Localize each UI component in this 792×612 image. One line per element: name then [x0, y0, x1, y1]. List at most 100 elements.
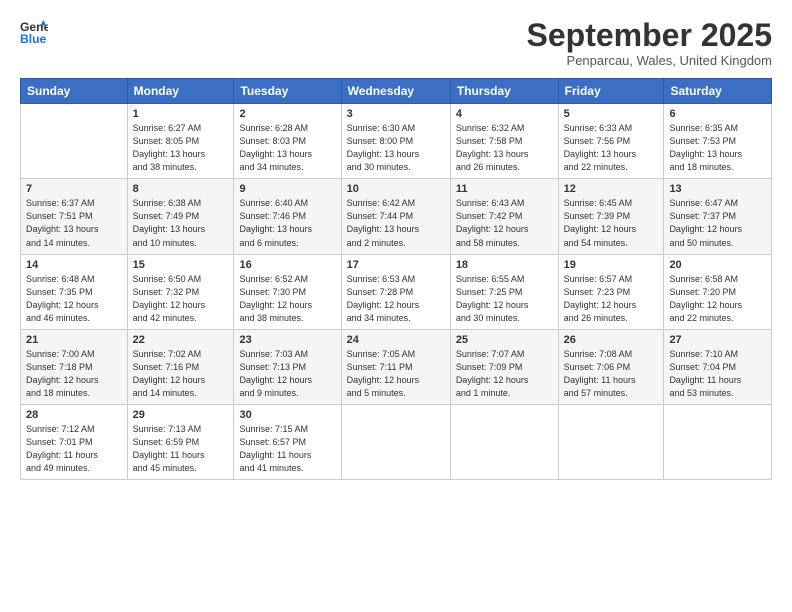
day-number: 24: [347, 334, 445, 346]
cell-content: Sunrise: 6:43 AM Sunset: 7:42 PM Dayligh…: [456, 197, 553, 249]
calendar-week-row: 28 Sunrise: 7:12 AM Sunset: 7:01 PM Dayli…: [21, 404, 772, 479]
table-cell: 1Sunrise: 6:27 AM Sunset: 8:05 PM Daylig…: [127, 104, 234, 179]
cell-content: Sunrise: 6:58 AM Sunset: 7:20 PM Dayligh…: [669, 273, 766, 325]
cell-content: Sunrise: 6:55 AM Sunset: 7:25 PM Dayligh…: [456, 273, 553, 325]
col-friday: Friday: [558, 79, 664, 104]
day-number: 6: [669, 108, 766, 120]
day-number: 9: [239, 183, 335, 195]
cell-content: Sunrise: 6:53 AM Sunset: 7:28 PM Dayligh…: [347, 273, 445, 325]
table-cell: 20 Sunrise: 6:58 AM Sunset: 7:20 PM Dayli…: [664, 254, 772, 329]
col-thursday: Thursday: [450, 79, 558, 104]
day-number: 19: [564, 259, 659, 271]
day-number: 3: [347, 108, 445, 120]
cell-content: Sunrise: 6:32 AM Sunset: 7:58 PM Dayligh…: [456, 122, 553, 174]
table-cell: [664, 404, 772, 479]
table-cell: 22Sunrise: 7:02 AM Sunset: 7:16 PM Dayli…: [127, 329, 234, 404]
col-saturday: Saturday: [664, 79, 772, 104]
day-number: 7: [26, 183, 122, 195]
cell-content: Sunrise: 6:42 AM Sunset: 7:44 PM Dayligh…: [347, 197, 445, 249]
day-number: 8: [133, 183, 229, 195]
table-cell: 21 Sunrise: 7:00 AM Sunset: 7:18 PM Dayli…: [21, 329, 128, 404]
day-number: 28: [26, 409, 122, 421]
calendar-week-row: 1Sunrise: 6:27 AM Sunset: 8:05 PM Daylig…: [21, 104, 772, 179]
col-tuesday: Tuesday: [234, 79, 341, 104]
table-cell: 25 Sunrise: 7:07 AM Sunset: 7:09 PM Dayli…: [450, 329, 558, 404]
day-number: 22: [133, 334, 229, 346]
cell-content: Sunrise: 6:48 AM Sunset: 7:35 PM Dayligh…: [26, 273, 122, 325]
table-cell: 6 Sunrise: 6:35 AM Sunset: 7:53 PM Daylig…: [664, 104, 772, 179]
day-number: 1: [133, 108, 229, 120]
table-cell: 12 Sunrise: 6:45 AM Sunset: 7:39 PM Dayli…: [558, 179, 664, 254]
table-cell: [341, 404, 450, 479]
table-cell: 17 Sunrise: 6:53 AM Sunset: 7:28 PM Dayli…: [341, 254, 450, 329]
day-number: 5: [564, 108, 659, 120]
col-monday: Monday: [127, 79, 234, 104]
table-cell: 10 Sunrise: 6:42 AM Sunset: 7:44 PM Dayli…: [341, 179, 450, 254]
table-cell: [21, 104, 128, 179]
cell-content: Sunrise: 6:37 AM Sunset: 7:51 PM Dayligh…: [26, 197, 122, 249]
calendar-week-row: 14 Sunrise: 6:48 AM Sunset: 7:35 PM Dayli…: [21, 254, 772, 329]
day-number: 26: [564, 334, 659, 346]
day-number: 17: [347, 259, 445, 271]
table-cell: 3Sunrise: 6:30 AM Sunset: 8:00 PM Daylig…: [341, 104, 450, 179]
table-cell: 28 Sunrise: 7:12 AM Sunset: 7:01 PM Dayli…: [21, 404, 128, 479]
header: General Blue September 2025 Penparcau, W…: [20, 18, 772, 68]
day-number: 4: [456, 108, 553, 120]
table-cell: 19Sunrise: 6:57 AM Sunset: 7:23 PM Dayli…: [558, 254, 664, 329]
day-number: 23: [239, 334, 335, 346]
day-number: 2: [239, 108, 335, 120]
location: Penparcau, Wales, United Kingdom: [527, 53, 772, 68]
table-cell: 7 Sunrise: 6:37 AM Sunset: 7:51 PM Daylig…: [21, 179, 128, 254]
month-title: September 2025: [527, 18, 772, 53]
cell-content: Sunrise: 7:13 AM Sunset: 6:59 PM Dayligh…: [133, 423, 229, 475]
table-cell: 24 Sunrise: 7:05 AM Sunset: 7:11 PM Dayli…: [341, 329, 450, 404]
table-cell: 18 Sunrise: 6:55 AM Sunset: 7:25 PM Dayli…: [450, 254, 558, 329]
table-cell: [450, 404, 558, 479]
day-number: 30: [239, 409, 335, 421]
calendar-table: Sunday Monday Tuesday Wednesday Thursday…: [20, 78, 772, 480]
col-wednesday: Wednesday: [341, 79, 450, 104]
calendar-week-row: 21 Sunrise: 7:00 AM Sunset: 7:18 PM Dayli…: [21, 329, 772, 404]
cell-content: Sunrise: 7:12 AM Sunset: 7:01 PM Dayligh…: [26, 423, 122, 475]
table-cell: 9 Sunrise: 6:40 AM Sunset: 7:46 PM Daylig…: [234, 179, 341, 254]
day-number: 21: [26, 334, 122, 346]
cell-content: Sunrise: 6:33 AM Sunset: 7:56 PM Dayligh…: [564, 122, 659, 174]
day-number: 12: [564, 183, 659, 195]
cell-content: Sunrise: 6:47 AM Sunset: 7:37 PM Dayligh…: [669, 197, 766, 249]
title-block: September 2025 Penparcau, Wales, United …: [527, 18, 772, 68]
table-cell: 13Sunrise: 6:47 AM Sunset: 7:37 PM Dayli…: [664, 179, 772, 254]
table-cell: 5 Sunrise: 6:33 AM Sunset: 7:56 PM Daylig…: [558, 104, 664, 179]
calendar-header-row: Sunday Monday Tuesday Wednesday Thursday…: [21, 79, 772, 104]
page: General Blue September 2025 Penparcau, W…: [0, 0, 792, 612]
cell-content: Sunrise: 6:35 AM Sunset: 7:53 PM Dayligh…: [669, 122, 766, 174]
cell-content: Sunrise: 7:05 AM Sunset: 7:11 PM Dayligh…: [347, 348, 445, 400]
day-number: 18: [456, 259, 553, 271]
day-number: 29: [133, 409, 229, 421]
table-cell: 30Sunrise: 7:15 AM Sunset: 6:57 PM Dayli…: [234, 404, 341, 479]
cell-content: Sunrise: 6:45 AM Sunset: 7:39 PM Dayligh…: [564, 197, 659, 249]
cell-content: Sunrise: 7:08 AM Sunset: 7:06 PM Dayligh…: [564, 348, 659, 400]
table-cell: 8 Sunrise: 6:38 AM Sunset: 7:49 PM Daylig…: [127, 179, 234, 254]
table-cell: 29 Sunrise: 7:13 AM Sunset: 6:59 PM Dayli…: [127, 404, 234, 479]
day-number: 14: [26, 259, 122, 271]
svg-text:Blue: Blue: [20, 32, 47, 46]
col-sunday: Sunday: [21, 79, 128, 104]
table-cell: 16Sunrise: 6:52 AM Sunset: 7:30 PM Dayli…: [234, 254, 341, 329]
cell-content: Sunrise: 6:40 AM Sunset: 7:46 PM Dayligh…: [239, 197, 335, 249]
day-number: 20: [669, 259, 766, 271]
table-cell: 26 Sunrise: 7:08 AM Sunset: 7:06 PM Dayli…: [558, 329, 664, 404]
table-cell: 23Sunrise: 7:03 AM Sunset: 7:13 PM Dayli…: [234, 329, 341, 404]
cell-content: Sunrise: 6:28 AM Sunset: 8:03 PM Dayligh…: [239, 122, 335, 174]
cell-content: Sunrise: 7:07 AM Sunset: 7:09 PM Dayligh…: [456, 348, 553, 400]
cell-content: Sunrise: 7:10 AM Sunset: 7:04 PM Dayligh…: [669, 348, 766, 400]
logo: General Blue: [20, 18, 48, 46]
logo-icon: General Blue: [20, 18, 48, 46]
day-number: 16: [239, 259, 335, 271]
cell-content: Sunrise: 7:00 AM Sunset: 7:18 PM Dayligh…: [26, 348, 122, 400]
day-number: 25: [456, 334, 553, 346]
cell-content: Sunrise: 6:38 AM Sunset: 7:49 PM Dayligh…: [133, 197, 229, 249]
cell-content: Sunrise: 6:50 AM Sunset: 7:32 PM Dayligh…: [133, 273, 229, 325]
day-number: 10: [347, 183, 445, 195]
table-cell: 2 Sunrise: 6:28 AM Sunset: 8:03 PM Daylig…: [234, 104, 341, 179]
table-cell: [558, 404, 664, 479]
